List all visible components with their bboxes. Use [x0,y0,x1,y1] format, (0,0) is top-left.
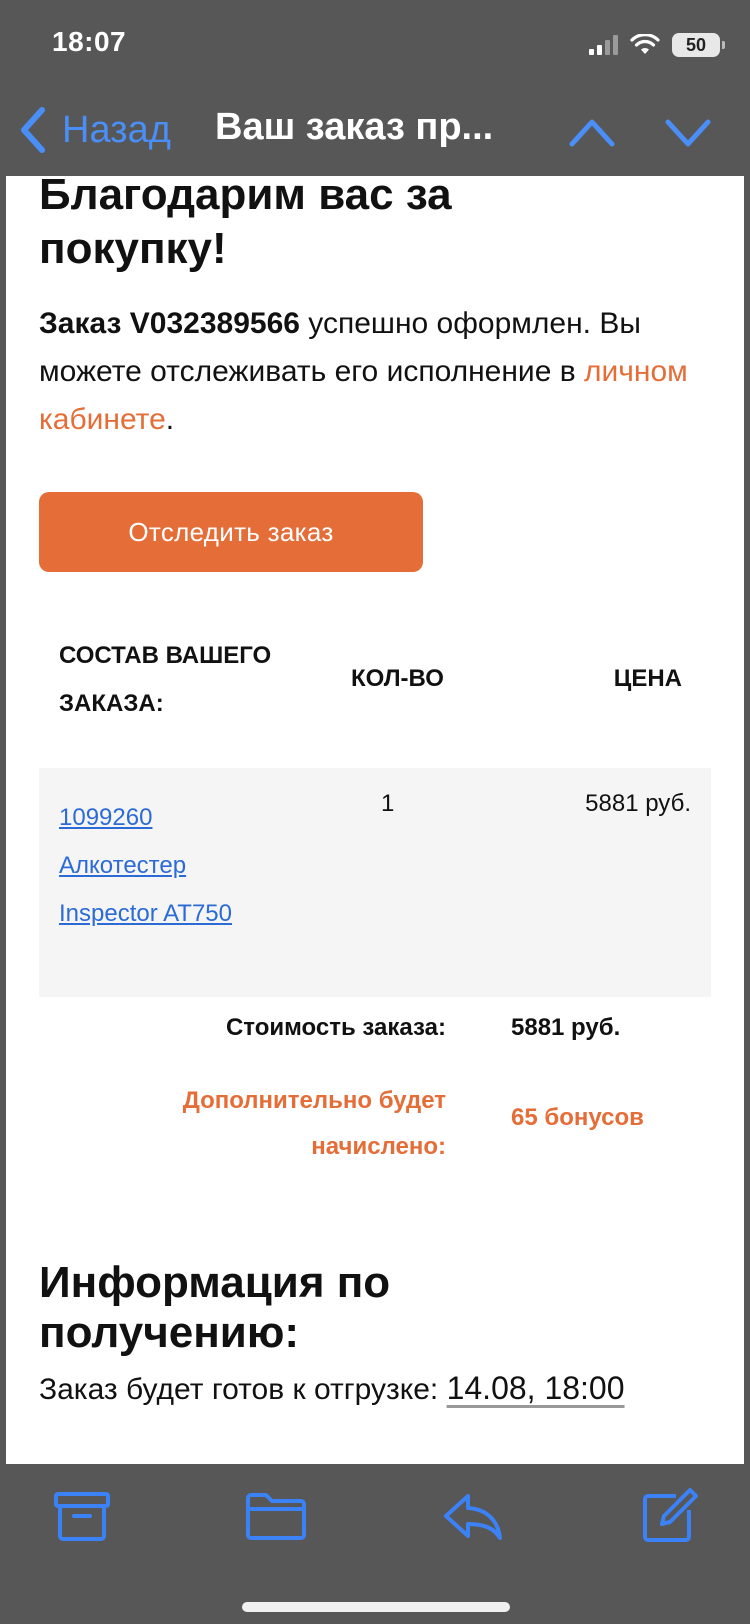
battery-icon: 50 [672,33,725,57]
move-to-folder-button[interactable] [244,1488,308,1544]
product-price: 5881 руб. [585,790,691,817]
wifi-icon [630,34,660,54]
order-text-end: . [165,403,175,436]
back-button[interactable]: Назад [18,102,171,158]
bottom-toolbar [0,1464,750,1624]
thanks-heading: Благодарим вас за покупку! [39,176,452,273]
status-bar: 18:07 50 [0,0,750,92]
reply-icon [444,1494,502,1540]
product-model: Inspector AT750 [59,900,232,927]
archive-icon [54,1492,110,1541]
product-code: 1099260 [59,804,153,831]
cellular-signal-icon [589,35,618,55]
ready-label: Заказ будет готов к отгрузке: [39,1373,447,1406]
product-link[interactable]: 1099260 Алкотестер Inspector AT750 [59,794,319,938]
nav-bar: Назад Ваш заказ пр... [0,92,750,176]
next-message-button[interactable] [662,108,714,156]
back-label: Назад [62,108,171,151]
table-row: 1099260 Алкотестер Inspector AT750 1 588… [39,768,711,997]
message-subject-title: Ваш заказ пр... [215,106,494,148]
reply-button[interactable] [440,1488,504,1544]
order-total-value: 5881 руб. [511,1014,621,1041]
pickup-info-heading: Информация по получению: [39,1258,391,1357]
archive-button[interactable] [50,1488,114,1544]
order-number: Заказ V032389566 [39,307,300,340]
mail-screen: 18:07 50 Назад Ваш заказ пр... Благодари… [0,0,750,1624]
bonus-label: Дополнительно будет начислено: [182,1087,446,1160]
quantity-column-header: КОЛ-ВО [351,665,444,692]
chevron-up-icon [569,119,615,147]
status-time: 18:07 [52,26,127,57]
ready-date-link[interactable]: 14.08, 18:00 [447,1370,625,1406]
email-body: Благодарим вас за покупку! Заказ V032389… [6,176,744,1464]
price-column-header: ЦЕНА [613,665,682,692]
chevron-down-icon [665,119,711,147]
compose-icon [643,1488,698,1542]
bonus-value: 65 бонусов [511,1104,644,1131]
folder-icon [246,1493,306,1540]
order-confirmation-text: Заказ V032389566 успешно оформлен. Вы мо… [39,300,729,444]
compose-button[interactable] [640,1488,704,1544]
chevron-left-icon [21,107,45,153]
order-total-label: Стоимость заказа: [225,1014,446,1041]
items-column-header: СОСТАВ ВАШЕГО ЗАКАЗА: [59,642,272,717]
ready-for-shipment-line: Заказ будет готов к отгрузке: 14.08, 18:… [39,1370,739,1407]
home-indicator[interactable] [242,1602,510,1612]
product-quantity: 1 [381,790,395,817]
track-order-button[interactable]: Отследить заказ [39,492,423,572]
previous-message-button[interactable] [566,108,618,156]
status-icons: 50 [589,30,725,60]
product-name: Алкотестер [59,852,187,879]
